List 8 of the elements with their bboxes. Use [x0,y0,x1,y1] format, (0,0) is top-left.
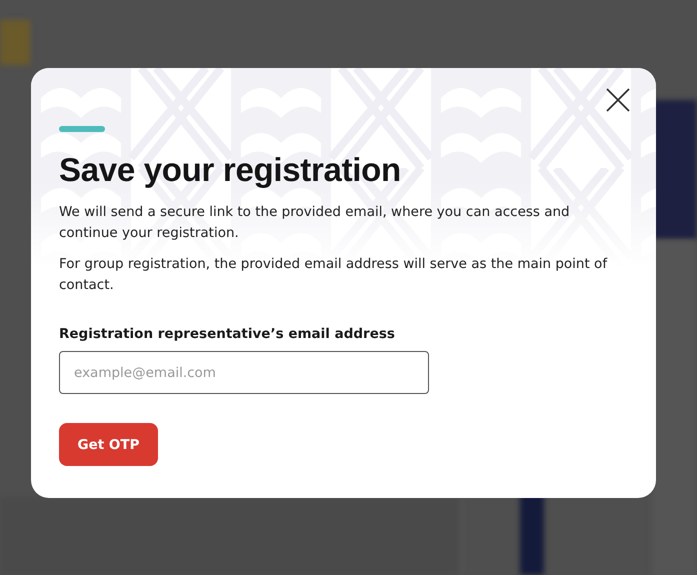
close-button[interactable] [606,88,630,112]
description-text: For group registration, the provided email address will serve as the main point of contact. [59,255,608,296]
field-label: Registration representative’s email address [59,326,395,342]
email-field[interactable]: example@email.com [59,351,429,394]
get-otp-button[interactable]: Get OTP [59,423,158,466]
dialog-title: Save your registration [59,152,401,188]
accent-bar [59,126,105,132]
description-text: We will send a secure link to the provided email, where you can access and continue your registration. [59,203,571,244]
